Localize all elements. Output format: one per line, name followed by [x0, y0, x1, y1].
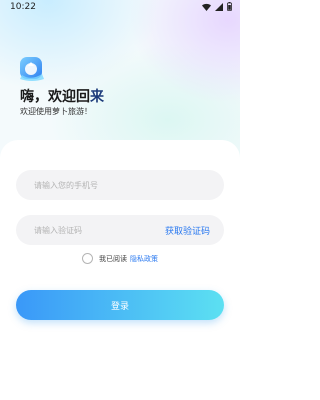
greeting-accent: 来	[90, 89, 104, 105]
agreement-text: 我已阅读	[99, 254, 127, 263]
code-field[interactable]: 获取验证码	[16, 215, 224, 245]
agreement-row: 我已阅读 隐私政策	[0, 253, 240, 264]
greeting-subtitle: 欢迎使用萝卜旅游！	[20, 107, 92, 116]
wifi-icon	[202, 3, 211, 11]
greeting-prefix: 嗨，欢迎回	[20, 89, 90, 105]
phone-field[interactable]	[16, 170, 224, 200]
logo-icon	[20, 57, 44, 81]
status-time: 10:22	[10, 2, 36, 12]
login-card: 获取验证码	[0, 140, 240, 400]
phone-input[interactable]	[32, 179, 156, 191]
agree-checkbox[interactable]	[82, 253, 93, 264]
login-button[interactable]: 登录	[16, 290, 224, 320]
signal-icon	[215, 2, 223, 11]
battery-icon	[227, 2, 232, 11]
app-logo	[20, 57, 44, 81]
greeting-title: 嗨，欢迎回来	[20, 86, 104, 106]
code-input[interactable]	[32, 224, 156, 236]
get-code-button[interactable]: 获取验证码	[165, 224, 210, 237]
status-icons	[202, 2, 232, 11]
status-bar: 10:22	[0, 0, 240, 14]
privacy-policy-link[interactable]: 隐私政策	[130, 254, 158, 264]
